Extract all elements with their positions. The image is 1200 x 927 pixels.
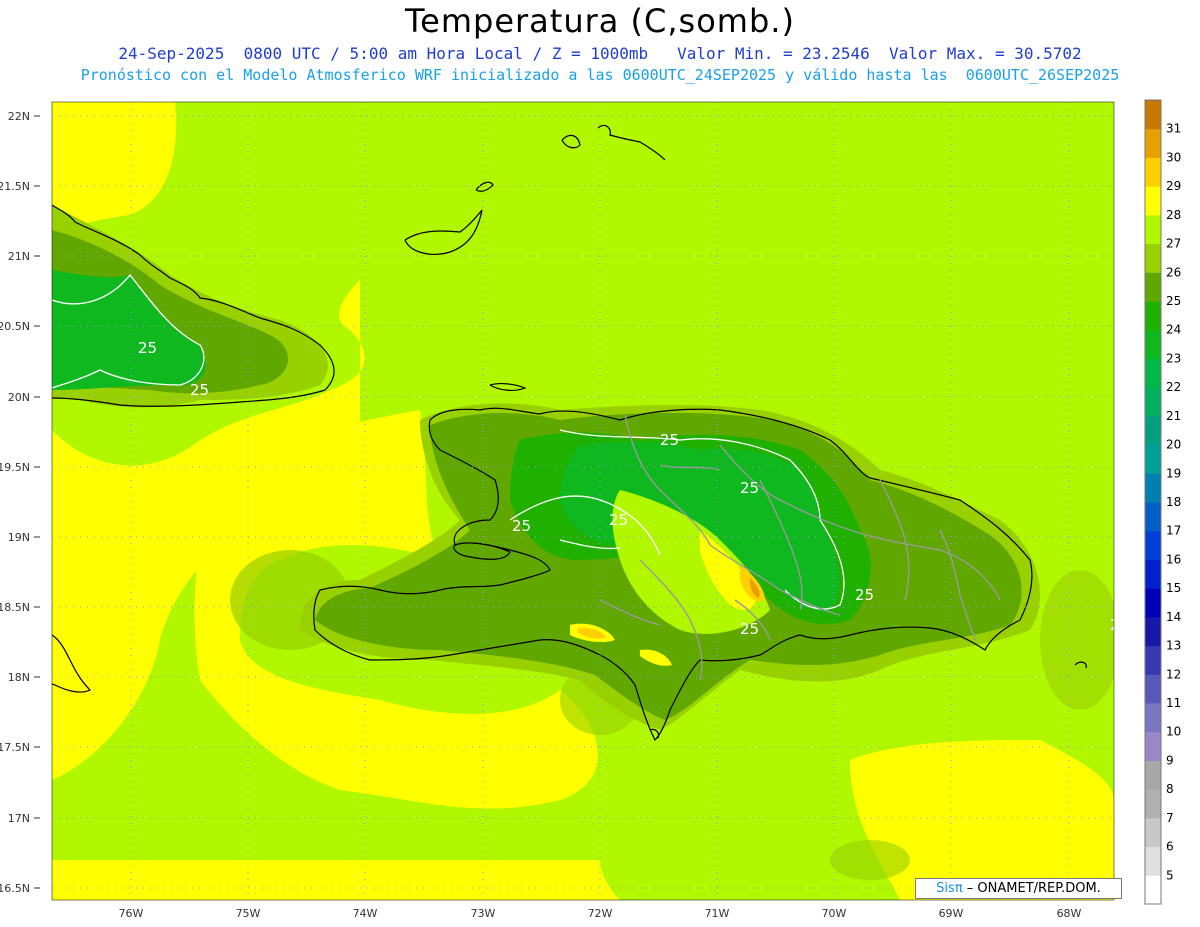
lat-tick-label: 21.5N — [0, 180, 30, 193]
colorbar-level-label: 21 — [1166, 409, 1181, 423]
colorbar-level-label: 27 — [1166, 237, 1181, 251]
lon-tick-label: 71W — [705, 907, 730, 920]
contour-label: 25 — [855, 586, 874, 604]
lat-ticks — [34, 115, 40, 889]
lon-tick-label: 75W — [236, 907, 261, 920]
moderate-region-southeast-offshore — [830, 840, 910, 880]
longitude-axis: 76W 75W 74W 73W 72W 71W 70W 69W 68W — [119, 907, 1082, 920]
colorbar-level-label: 19 — [1166, 466, 1181, 480]
colorbar-level-label: 14 — [1166, 610, 1181, 624]
lat-tick-label: 16.5N — [0, 882, 30, 895]
colorbar-swatch — [1145, 616, 1161, 647]
colorbar-level-label: 17 — [1166, 524, 1181, 538]
colorbar-level-label: 23 — [1166, 351, 1181, 365]
moderate-region-east-offshore — [1040, 570, 1114, 710]
colorbar-level-label: 5 — [1166, 868, 1174, 882]
colorbar-swatch — [1145, 674, 1161, 704]
colorbar-swatch — [1145, 243, 1161, 273]
lat-tick-label: 20N — [8, 391, 30, 404]
colorbar-level-label: 8 — [1166, 782, 1174, 796]
credit-box: Sisπ – ONAMET/REP.DOM. — [915, 878, 1122, 899]
contour-label: 25 — [1110, 616, 1129, 634]
colorbar-level-label: 13 — [1166, 639, 1181, 653]
colorbar-swatch — [1145, 157, 1161, 187]
colorbar-level-label: 12 — [1166, 667, 1181, 681]
colorbar-swatch — [1145, 703, 1161, 733]
colorbar-level-label: 26 — [1166, 265, 1181, 279]
lat-tick-label: 17.5N — [0, 741, 30, 754]
lat-tick-label: 17N — [8, 812, 30, 825]
colorbar-swatch — [1145, 817, 1161, 848]
colorbar-swatch — [1145, 760, 1161, 790]
colorbar-level-label: 11 — [1166, 696, 1181, 710]
colorbar-swatch — [1145, 272, 1161, 302]
colorbar-level-label: 10 — [1166, 725, 1181, 739]
colorbar-swatch — [1145, 875, 1161, 905]
colorbar-swatch — [1145, 214, 1161, 245]
colorbar-swatch — [1145, 387, 1161, 417]
colorbar-level-label: 24 — [1166, 323, 1181, 337]
colorbar-swatch — [1145, 789, 1161, 819]
colorbar-level-label: 7 — [1166, 811, 1174, 825]
colorbar-swatch — [1145, 100, 1161, 130]
colorbar: 5 6 7 8 9 10 11 12 13 14 15 16 17 18 19 20 21 22 23 24 25 26 2… — [1144, 99, 1181, 905]
lon-tick-label: 76W — [119, 907, 144, 920]
colorbar-swatch — [1145, 301, 1161, 331]
colorbar-swatch — [1145, 329, 1161, 359]
lat-tick-label: 21N — [8, 250, 30, 263]
contour-label: 25 — [138, 339, 157, 357]
lon-tick-label: 72W — [588, 907, 613, 920]
colorbar-swatch — [1145, 415, 1161, 446]
colorbar-swatch — [1145, 358, 1161, 388]
colorbar-swatch — [1145, 128, 1161, 158]
lat-tick-label: 19N — [8, 531, 30, 544]
lon-tick-label: 73W — [471, 907, 496, 920]
colorbar-level-label: 9 — [1166, 753, 1174, 767]
colorbar-level-label: 25 — [1166, 294, 1181, 308]
warm-region-south — [52, 860, 620, 900]
contour-label: 25 — [740, 479, 759, 497]
contour-label: 25 — [660, 431, 679, 449]
colorbar-swatch — [1145, 559, 1161, 589]
colorbar-level-label: 30 — [1166, 150, 1181, 164]
colorbar-swatch — [1145, 473, 1161, 503]
pi-symbol: π — [954, 881, 963, 896]
colorbar-swatch — [1145, 530, 1161, 560]
colorbar-level-label: 6 — [1166, 840, 1174, 854]
colorbar-swatch — [1145, 502, 1161, 532]
colorbar-level-label: 20 — [1166, 438, 1181, 452]
colorbar-swatch — [1145, 186, 1161, 216]
colorbar-level-label: 28 — [1166, 208, 1181, 222]
colorbar-level-label: 18 — [1166, 495, 1181, 509]
temperature-map: 25 25 25 25 25 25 25 25 25 22N 21.5N 21N… — [0, 99, 1181, 920]
colorbar-swatch — [1145, 588, 1161, 618]
lat-tick-label: 22N — [8, 110, 30, 123]
lat-tick-label: 19.5N — [0, 461, 30, 474]
colorbar-swatch — [1145, 846, 1161, 876]
contour-label: 25 — [512, 517, 531, 535]
lat-tick-label: 18.5N — [0, 601, 30, 614]
lon-tick-label: 68W — [1057, 907, 1082, 920]
colorbar-swatch — [1145, 645, 1161, 675]
colorbar-level-label: 16 — [1166, 552, 1181, 566]
latitude-axis: 22N 21.5N 21N 20.5N 20N 19.5N 19N 18.5N … — [0, 110, 30, 895]
lon-tick-label: 69W — [939, 907, 964, 920]
credit-text: – ONAMET/REP.DOM. — [966, 881, 1101, 896]
lat-tick-label: 18N — [8, 671, 30, 684]
contour-label: 25 — [190, 381, 209, 399]
colorbar-level-label: 29 — [1166, 179, 1181, 193]
colorbar-level-label: 22 — [1166, 380, 1181, 394]
lon-tick-label: 70W — [822, 907, 847, 920]
contour-label: 25 — [609, 511, 628, 529]
lat-tick-label: 20.5N — [0, 320, 30, 333]
contour-label: 25 — [740, 620, 759, 638]
temperature-field: 25 25 25 25 25 25 25 25 25 — [52, 102, 1129, 900]
colorbar-level-label: 15 — [1166, 581, 1181, 595]
colorbar-swatch — [1145, 444, 1161, 474]
colorbar-level-label: 31 — [1166, 122, 1181, 136]
credit-brand: Sis — [936, 881, 955, 896]
lon-tick-label: 74W — [353, 907, 378, 920]
colorbar-swatch — [1145, 731, 1161, 761]
